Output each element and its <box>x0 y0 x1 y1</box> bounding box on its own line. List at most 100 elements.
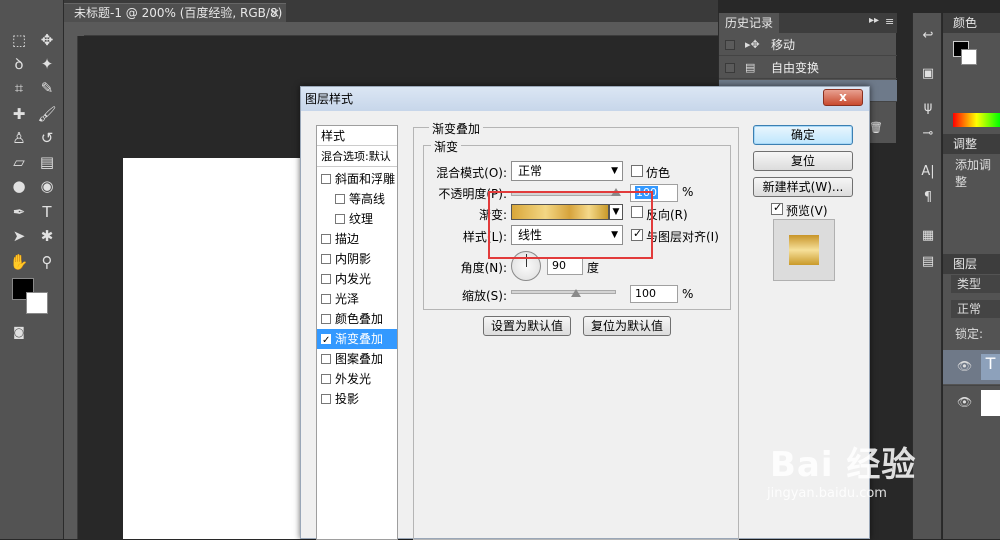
blend-mode-select[interactable]: 正常 ▼ <box>511 161 623 181</box>
style-item-outer-glow[interactable]: 外发光 <box>317 369 397 389</box>
style-checkbox[interactable] <box>321 314 331 324</box>
actions-panel-icon[interactable]: ▣ <box>919 65 937 83</box>
brush-presets-icon[interactable]: ⊸ <box>919 125 937 143</box>
style-list-header[interactable]: 样式 <box>317 126 397 146</box>
style-item-satin[interactable]: 光泽 <box>317 289 397 309</box>
reset-default-button[interactable]: 复位为默认值 <box>583 316 671 336</box>
dialog-title: 图层样式 <box>305 92 354 106</box>
style-item-pattern-overlay[interactable]: 图案叠加 <box>317 349 397 369</box>
scale-slider-thumb[interactable] <box>571 289 581 297</box>
angle-label: 角度(N): <box>460 261 507 275</box>
eye-icon[interactable]: 👁 <box>957 359 972 373</box>
style-item-drop-shadow[interactable]: 投影 <box>317 389 397 409</box>
layer-filter-select[interactable]: 类型 <box>951 275 1000 293</box>
history-source-box[interactable] <box>725 40 735 50</box>
crop-tool-icon[interactable]: ⌗ <box>8 78 30 98</box>
layer-row-text[interactable]: 👁 T <box>943 350 1000 384</box>
shape-tool-icon[interactable]: ✱ <box>36 226 58 246</box>
type-tool-icon[interactable]: T <box>36 202 58 222</box>
history-item[interactable]: ▸✥ 移动 <box>719 34 897 56</box>
move-tool-icon[interactable]: ✥ <box>36 30 58 50</box>
scale-unit: % <box>682 287 694 301</box>
character-panel-icon[interactable]: A| <box>919 163 937 181</box>
history-source-box[interactable] <box>725 63 735 73</box>
style-item-color-overlay[interactable]: 颜色叠加 <box>317 309 397 329</box>
tab-layers[interactable]: 图层 <box>943 254 1000 274</box>
style-checkbox[interactable] <box>321 174 331 184</box>
blur-tool-icon[interactable]: ● <box>8 176 30 196</box>
zoom-tool-icon[interactable]: ⚲ <box>36 252 58 272</box>
watermark-url: jingyan.baidu.com <box>767 486 887 501</box>
lasso-tool-icon[interactable]: ꝺ <box>8 54 30 74</box>
dither-checkbox[interactable] <box>631 165 643 177</box>
style-item-texture[interactable]: 纹理 <box>317 209 397 229</box>
style-checkbox[interactable] <box>321 394 331 404</box>
panel-collapse-icon[interactable]: ▸▸ <box>869 15 879 26</box>
dialog-titlebar[interactable]: 图层样式 <box>301 87 869 111</box>
color-spectrum[interactable] <box>953 113 1000 127</box>
clone-stamp-icon[interactable]: ♙ <box>8 128 30 148</box>
brush-tool-icon[interactable]: 🖌 <box>36 104 58 124</box>
ok-button[interactable]: 确定 <box>753 125 853 145</box>
text-layer-thumbnail: T <box>981 354 1000 380</box>
hand-tool-icon[interactable]: ✋ <box>8 252 30 272</box>
style-checkbox[interactable] <box>335 214 345 224</box>
new-style-button[interactable]: 新建样式(W)... <box>753 177 853 197</box>
style-item-stroke[interactable]: 描边 <box>317 229 397 249</box>
angle-input[interactable]: 90 <box>547 257 583 275</box>
style-item-inner-glow[interactable]: 内发光 <box>317 269 397 289</box>
path-select-icon[interactable]: ➤ <box>8 226 30 246</box>
style-checkbox[interactable] <box>335 194 345 204</box>
close-icon[interactable]: × <box>270 4 280 23</box>
quick-mask-icon[interactable]: ◙ <box>8 322 30 342</box>
set-default-button[interactable]: 设置为默认值 <box>483 316 571 336</box>
preview-checkbox[interactable] <box>771 201 783 215</box>
reset-button[interactable]: 复位 <box>753 151 853 171</box>
tab-color[interactable]: 颜色 <box>943 13 1000 33</box>
dialog-close-button[interactable]: x <box>823 89 863 106</box>
eye-icon[interactable]: 👁 <box>957 395 972 409</box>
background-color-swatch[interactable] <box>26 292 48 314</box>
style-item-contour[interactable]: 等高线 <box>317 189 397 209</box>
marquee-tool-icon[interactable]: ⬚ <box>8 30 30 50</box>
eraser-tool-icon[interactable]: ▱ <box>8 152 30 172</box>
layer-comps-icon[interactable]: ▤ <box>919 253 937 271</box>
healing-brush-icon[interactable]: ✚ <box>8 104 30 124</box>
layer-row-background[interactable]: 👁 <box>943 385 1000 419</box>
style-item-bevel-emboss[interactable]: 斜面和浮雕 <box>317 169 397 189</box>
history-item[interactable]: ▤ 自由变换 <box>719 57 897 79</box>
blend-options-item[interactable]: 混合选项:默认 <box>317 147 397 167</box>
document-tab[interactable]: 未标题-1 @ 200% (百度经验, RGB/8) * × <box>64 3 286 39</box>
ruler-corner <box>64 22 84 36</box>
gradient-tool-icon[interactable]: ▤ <box>36 152 58 172</box>
dodge-tool-icon[interactable]: ◉ <box>36 176 58 196</box>
tool-presets-icon[interactable]: ▦ <box>919 227 937 245</box>
style-checkbox[interactable] <box>321 374 331 384</box>
style-checkbox[interactable] <box>321 254 331 264</box>
style-checkbox[interactable] <box>321 354 331 364</box>
angle-unit: 度 <box>587 261 600 275</box>
layer-blend-mode-select[interactable]: 正常 <box>951 300 1000 318</box>
background-color-swatch[interactable] <box>961 49 977 65</box>
scale-input[interactable]: 100 <box>630 285 678 303</box>
eyedropper-icon[interactable]: ✎ <box>36 78 58 98</box>
history-brush-icon[interactable]: ↺ <box>36 128 58 148</box>
history-tab[interactable]: 历史记录 <box>719 13 779 33</box>
history-panel-icon[interactable]: ↩ <box>919 27 937 45</box>
document-canvas[interactable] <box>123 158 303 539</box>
scale-slider[interactable] <box>511 290 616 294</box>
tab-adjustments[interactable]: 调整 <box>943 134 1000 154</box>
style-checkbox-checked[interactable] <box>321 331 331 351</box>
style-checkbox[interactable] <box>321 234 331 244</box>
style-checkbox[interactable] <box>321 274 331 284</box>
pen-tool-icon[interactable]: ✒ <box>8 202 30 222</box>
style-list: 样式 混合选项:默认 斜面和浮雕 等高线 纹理 描边 内阴影 内发光 光泽 颜色… <box>316 125 398 540</box>
style-item-inner-shadow[interactable]: 内阴影 <box>317 249 397 269</box>
style-checkbox[interactable] <box>321 294 331 304</box>
brush-panel-icon[interactable]: ψ <box>919 99 937 117</box>
style-item-gradient-overlay[interactable]: 渐变叠加 <box>317 329 397 351</box>
magic-wand-icon[interactable]: ✦ <box>36 54 58 74</box>
paragraph-panel-icon[interactable]: ¶ <box>919 189 937 207</box>
delete-state-icon[interactable]: 🗑 <box>869 121 883 134</box>
panel-menu-icon[interactable]: ≡ <box>885 15 894 28</box>
